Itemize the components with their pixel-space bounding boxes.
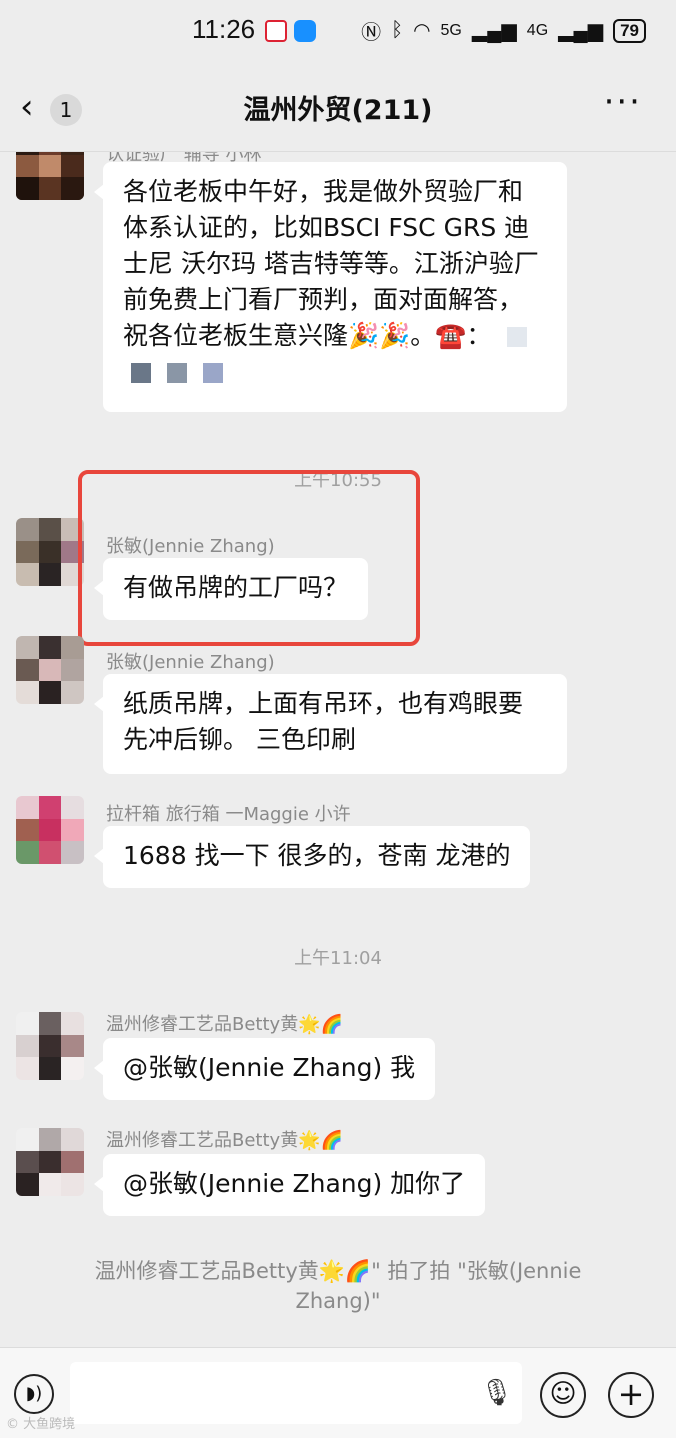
status-indicators: Ⓝ ᛒ ◠ 5G ▂▄▆ 4G ▂▄▆ 79 (361, 16, 646, 45)
message-text: 1688 找一下 很多的，苍南 龙港的 (123, 841, 511, 870)
bluetooth-icon: ᛒ (391, 19, 404, 41)
pat-system-note: 温州修睿工艺品Betty黄🌟🌈" 拍了拍 "张敏(Jennie Zhang)" (94, 1259, 582, 1313)
avatar[interactable] (16, 152, 84, 200)
more-options-icon[interactable]: ··· (604, 85, 642, 119)
avatar[interactable] (16, 518, 84, 586)
status-time: 11:26 (192, 14, 256, 44)
message-bubble[interactable]: @张敏(Jennie Zhang) 我 (93, 1038, 436, 1100)
message-bubble[interactable]: 1688 找一下 很多的，苍南 龙港的 (93, 826, 531, 888)
message-bubble[interactable]: 纸质吊牌，上面有吊环，也有鸡眼要先冲后铆。 三色印刷 (94, 674, 567, 774)
avatar[interactable] (16, 636, 84, 704)
chat-message-list[interactable]: 认证验厂 辅导 小林 各位老板中午好，我是做外贸验厂和体系认证的，比如BSCI … (0, 152, 676, 1347)
message-bubble[interactable]: @张敏(Jennie Zhang) 加你了 (93, 1154, 486, 1216)
message-input[interactable] (70, 1362, 522, 1424)
wifi-icon: ◠ (413, 20, 431, 42)
chat-header: ‹ 1 温州外贸(211) ··· (0, 62, 676, 152)
sender-name: 温州修睿工艺品Betty黄🌟🌈 (106, 1130, 344, 1151)
sender-name: 温州修睿工艺品Betty黄🌟🌈 (106, 1014, 344, 1035)
emoji-icon[interactable]: ☺ (540, 1372, 586, 1418)
watermark: © 大鱼跨境 (6, 1417, 76, 1432)
redacted-phone (131, 363, 151, 383)
redacted-phone (507, 327, 528, 347)
signal-4g-label: 4G (526, 21, 549, 39)
avatar[interactable] (16, 1012, 84, 1080)
message-bubble[interactable]: 各位老板中午好，我是做外贸验厂和体系认证的，比如BSCI FSC GRS 迪士尼… (94, 162, 567, 412)
avatar[interactable] (16, 796, 84, 864)
plus-icon[interactable]: + (608, 1372, 654, 1418)
highlight-annotation (78, 470, 420, 646)
app-notification-icon (265, 20, 287, 42)
message-text: 各位老板中午好，我是做外贸验厂和体系认证的，比如BSCI FSC GRS 迪士尼… (123, 177, 539, 350)
chat-title: 温州外贸(211) (243, 95, 433, 126)
app-notification-icon-2 (294, 20, 316, 42)
message-text: 纸质吊牌，上面有吊环，也有鸡眼要先冲后铆。 三色印刷 (123, 689, 524, 754)
nfc-icon: Ⓝ (361, 22, 382, 44)
voice-input-icon[interactable]: ◗) (14, 1374, 54, 1414)
sender-name: 张敏(Jennie Zhang) (106, 652, 275, 673)
signal-bars-icon-2: ▂▄▆ (558, 20, 604, 42)
redacted-phone (203, 363, 223, 383)
input-bar: ◗) 🎙 ☺ + © 大鱼跨境 (0, 1347, 676, 1438)
timestamp: 上午11:04 (294, 948, 382, 969)
signal-bars-icon: ▂▄▆ (471, 20, 517, 42)
battery-level: 79 (613, 18, 646, 43)
status-bar: 11:26 Ⓝ ᛒ ◠ 5G ▂▄▆ 4G ▂▄▆ 79 (0, 0, 676, 62)
microphone-icon[interactable]: 🎙 (480, 1378, 513, 1408)
signal-5g-label: 5G (440, 21, 462, 39)
redacted-phone (167, 363, 187, 383)
message-text: @张敏(Jennie Zhang) 加你了 (123, 1169, 466, 1198)
message-text: @张敏(Jennie Zhang) 我 (123, 1053, 416, 1082)
avatar[interactable] (16, 1128, 84, 1196)
sender-name: 拉杆箱 旅行箱 一Maggie 小许 (106, 804, 351, 825)
